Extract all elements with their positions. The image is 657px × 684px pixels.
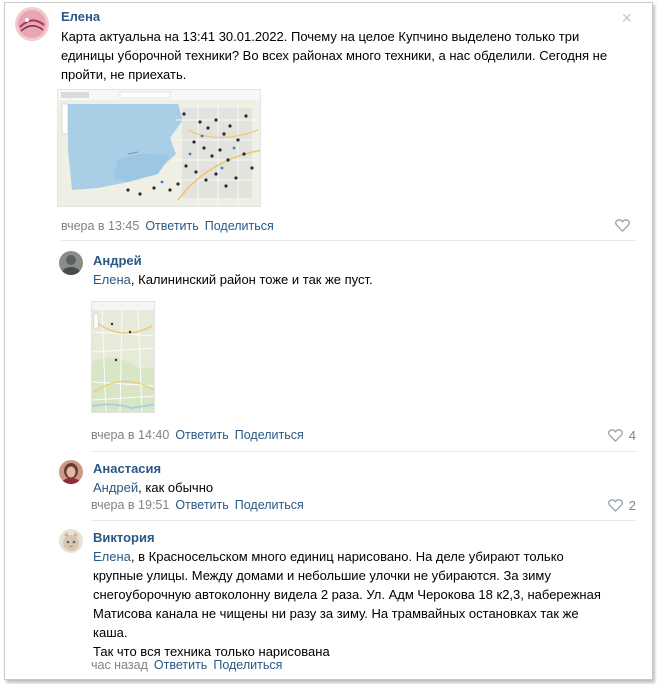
comment-text: Елена, в Красносельском много единиц нар… [93,547,638,661]
comment-time[interactable]: вчера в 13:45 [61,219,139,233]
reply-to-link[interactable]: Елена [93,272,131,287]
comment-text: Карта актуальна на 13:41 30.01.2022. Поч… [61,29,608,82]
comment-meta: час назад Ответить Поделиться [91,658,282,672]
comment-body: , как обычно [138,480,214,495]
comment-text: Андрей, как обычно [93,478,613,497]
comment-meta: вчера в 13:45 Ответить Поделиться [61,219,274,233]
comment-line: Матисова канала не чищены ни разу за зим… [93,606,579,621]
share-button[interactable]: Поделиться [235,498,304,512]
like-count: 4 [628,428,636,443]
comment-text: Елена, Калининский район тоже и так же п… [93,270,613,289]
comment-author[interactable]: Виктория [93,530,155,545]
comment-meta: вчера в 19:51 Ответить Поделиться [91,498,304,512]
close-icon[interactable]: × [621,9,632,27]
like-count: 2 [628,498,636,513]
share-button[interactable]: Поделиться [205,219,274,233]
avatar-andrey[interactable] [59,251,83,275]
heart-icon [607,499,623,512]
reply-button[interactable]: Ответить [175,428,228,442]
comments-panel: × Елена Карта актуальна на 13:41 30.01.2… [4,2,653,680]
comment-line: Елена, в Красносельском много единиц нар… [93,547,638,566]
comment-meta: вчера в 14:40 Ответить Поделиться [91,428,304,442]
divider [91,451,636,452]
comment-time[interactable]: вчера в 19:51 [91,498,169,512]
avatar-anastasia[interactable] [59,460,83,484]
divider [91,520,636,521]
reply-button[interactable]: Ответить [145,219,198,233]
comment-author[interactable]: Андрей [93,253,142,268]
comment-line: каша. [93,625,128,640]
reply-to-link[interactable]: Андрей [93,480,138,495]
like-button[interactable]: 4 [607,428,636,443]
map-image[interactable] [91,301,155,413]
comment-body: , в Красносельском много единиц нарисова… [130,549,564,564]
comment-line: снегоуборочную автоколонну видела 2 раза… [93,587,601,602]
comment-time[interactable]: час назад [91,658,148,672]
heart-icon [615,219,630,232]
like-button[interactable]: 2 [607,498,636,513]
reply-button[interactable]: Ответить [154,658,207,672]
map-image[interactable] [57,89,261,207]
reply-button[interactable]: Ответить [175,498,228,512]
share-button[interactable]: Поделиться [213,658,282,672]
heart-icon [607,429,623,442]
comment-author[interactable]: Анастасия [93,461,161,476]
reply-to-link[interactable]: Елена [93,549,131,564]
divider [61,240,636,241]
avatar-viktoria[interactable] [59,529,83,553]
like-button[interactable] [615,219,636,232]
comment-author[interactable]: Елена [61,9,100,24]
comment-body: , Калининский район тоже и так же пуст. [130,272,373,287]
avatar-elena[interactable] [15,7,49,41]
comment-line: крупные улицы. Между домами и небольшие … [93,568,552,583]
share-button[interactable]: Поделиться [235,428,304,442]
comment-time[interactable]: вчера в 14:40 [91,428,169,442]
